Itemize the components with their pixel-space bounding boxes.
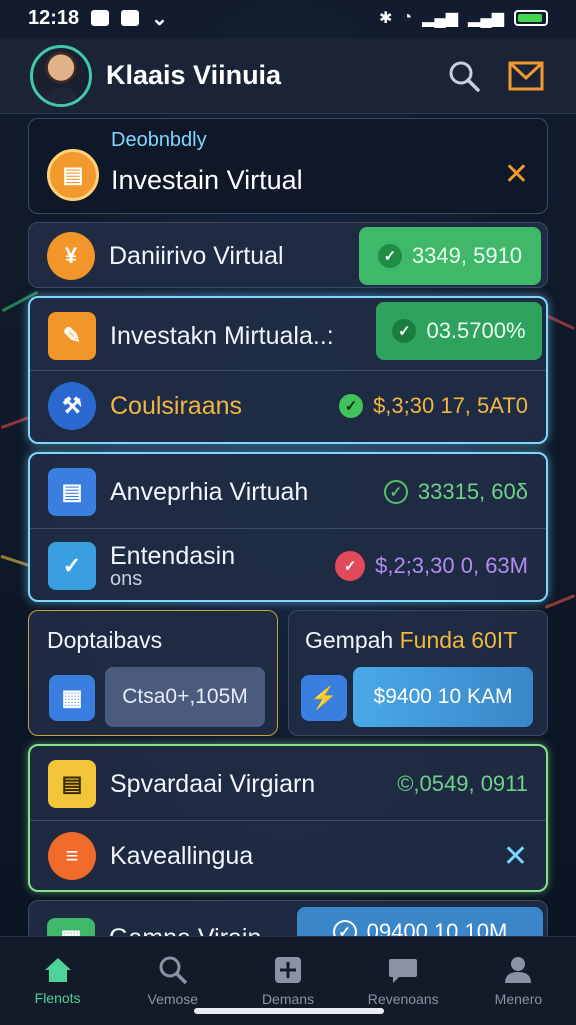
plus-icon [275,957,301,983]
lightning-icon: ⚡ [301,675,347,721]
value-text: $,2;3,30 0, 63M [375,553,528,578]
wifi-icon: ◔ [402,9,413,26]
chat-icon [389,959,418,983]
note-icon: ▤ [48,760,96,808]
group-card: ▤ Spvardaai Virgiarn ©,0549, 0911 ≡ Kave… [28,744,548,892]
notice-card[interactable]: Deobnbdly ▤ Investain Virtual ✕ [28,118,548,214]
app-bar: Klaais Viinuia [0,38,576,114]
wallet-icon: ¥ [47,232,95,280]
nav-label: Flenots [34,990,81,1006]
page-title: Klaais Viinuia [106,60,282,90]
chevron-down-icon: ⌄ [151,7,168,30]
home-icon [44,958,71,982]
home-indicator[interactable] [194,1008,384,1014]
list-item-label: Spvardaai Virgiarn [110,769,316,798]
bluetooth-icon: ✱ [379,10,393,27]
divider [30,370,546,371]
notice-title: Investain Virtual [111,165,303,195]
check-icon: ✓ [377,244,402,268]
notification-icon [91,10,110,26]
value-badge: ✓ 03.5700% [376,302,542,360]
list-item-label: Daniirivo Virtual [109,241,284,270]
document-icon: ▤ [47,149,99,201]
tile-title-b: Funda 60IT [399,627,518,653]
value-text: $,3;30 17, 5AT0 [373,393,528,418]
status-time: 12:18 [28,6,80,29]
chart-icon: ✓ [48,542,96,590]
group-card: ▤ Anveprhia Virtuah ✓ 33315, 60δ ✓ Enten… [28,452,548,602]
tile-value: Ctsa0+,105M [105,667,265,727]
person-icon [505,957,532,983]
check-icon: ✓ [392,319,417,343]
list-item-label: Entendasin [110,541,236,570]
tools-icon: ⚒ [48,382,96,430]
list-item-label: Coulsiraans [110,391,243,420]
status-bar: 12:18 ⌄ ✱ ◔ ▂▄▆ ▂▄▆ [0,0,576,36]
list-item-sublabel: ons [110,567,143,590]
basket-icon: ≡ [48,832,96,880]
mail-icon[interactable] [506,56,546,96]
value-text: 3349, 5910 [411,243,523,268]
check-icon: ✓ [335,551,366,581]
search-icon[interactable] [444,56,484,96]
list-item[interactable]: ≡ Kaveallingua ✕ [30,828,546,884]
list-item[interactable]: ▤ Spvardaai Virgiarn ©,0549, 0911 [30,756,546,812]
tile-value: $9400 10 KAM [353,667,533,727]
value-text: 03.5700% [426,318,526,343]
value-text: 33315, 60δ [417,479,528,504]
list-item[interactable]: ⚒ Coulsiraans ✓ $,3;30 17, 5AT0 [30,378,546,434]
close-icon[interactable]: ✕ [503,839,528,874]
list-item-label: Anveprhia Virtuah [110,477,309,506]
edit-icon: ✎ [48,312,96,360]
divider [30,820,546,821]
group-card: ✎ Investakn Mirtuala..: ✓ 03.5700% ⚒ Cou… [28,296,548,444]
check-icon: ✓ [339,394,364,418]
signal-icon: ▂▄▆ [422,10,459,27]
document-icon: ▤ [48,468,96,516]
calendar-icon: ▦ [49,675,95,721]
avatar[interactable] [30,44,92,107]
list-item-label: Investakn Mirtuala..: [110,321,334,350]
tile-left[interactable]: Doptaibavs ▦ Ctsa0+,105M [28,610,278,736]
search-icon [159,956,188,985]
tile-title: Doptaibavs [47,627,163,653]
close-icon[interactable]: ✕ [504,157,529,192]
tile-right[interactable]: Gempah Funda 60IT ⚡ $9400 10 KAM [288,610,548,736]
value-text: ©,0549, 0911 [397,771,528,796]
nav-label: Demans [261,991,315,1007]
divider [30,528,546,529]
nav-label: Revenoans [367,991,439,1007]
notification-icon [121,10,140,26]
list-item[interactable]: ▤ Anveprhia Virtuah ✓ 33315, 60δ [30,464,546,520]
tile-title: Gempah Funda 60IT [305,627,517,654]
battery-icon [514,10,548,26]
tile-title-a: Gempah [305,627,394,653]
notice-subtitle: Deobnbdly [111,129,207,151]
nav-label: Menero [494,991,543,1007]
check-icon: ✓ [383,480,408,504]
nav-label: Vemose [147,991,199,1007]
signal-icon: ▂▄▆ [468,10,504,27]
list-item[interactable]: ¥ Daniirivo Virtual ✓ 3349, 5910 [28,222,548,288]
list-item[interactable]: ✓ Entendasin ons ✓ $,2;3,30 0, 63M [30,536,546,596]
nav-item-profile[interactable]: Menero [461,937,576,1025]
nav-item-home[interactable]: Flenots [0,937,115,1025]
list-item-label: Kaveallingua [110,841,254,870]
value-badge: ✓ 3349, 5910 [359,227,541,285]
